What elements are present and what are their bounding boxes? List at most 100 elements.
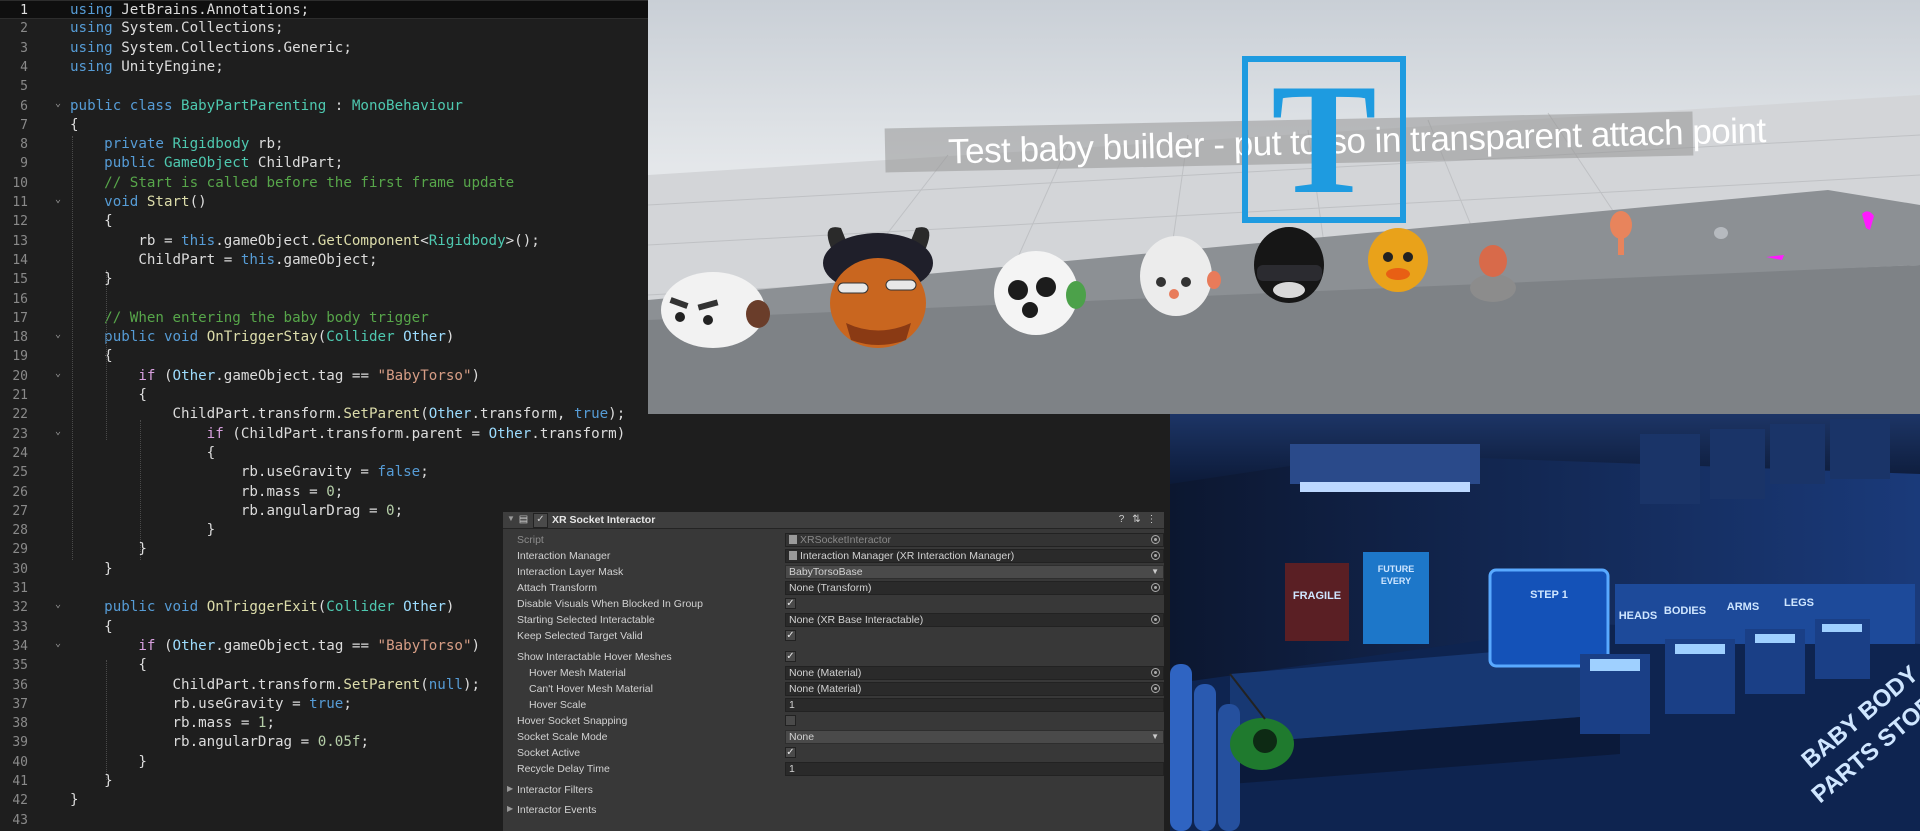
code-text[interactable]: public class BabyPartParenting : MonoBeh…	[70, 97, 463, 116]
code-line[interactable]: 4 using UnityEngine;	[0, 58, 648, 77]
code-text[interactable]: public GameObject ChildPart;	[70, 154, 343, 173]
code-text[interactable]: }	[70, 791, 79, 810]
baby-head-panda[interactable]	[988, 245, 1088, 337]
code-line[interactable]: 18 ⌄ public void OnTriggerStay(Collider O…	[0, 328, 648, 347]
code-text[interactable]: ChildPart = this.gameObject;	[70, 251, 377, 270]
code-line[interactable]: 8 private Rigidbody rb;	[0, 135, 648, 154]
keep-selected-checkbox[interactable]: ✓	[785, 630, 796, 641]
fold-chevron-icon[interactable]: ⌄	[55, 426, 63, 436]
code-text[interactable]: public void OnTriggerStay(Collider Other…	[70, 328, 454, 347]
code-text[interactable]: using JetBrains.Annotations;	[70, 1, 309, 20]
code-text[interactable]: }	[70, 521, 216, 540]
interactor-filters-foldout[interactable]: ▶ Interactor Filters	[503, 782, 1164, 798]
show-hover-meshes-checkbox[interactable]: ✓	[785, 651, 796, 662]
hover-scale-field[interactable]: 1	[785, 698, 1164, 712]
code-text[interactable]: using System.Collections.Generic;	[70, 39, 352, 58]
code-text[interactable]: rb = this.gameObject.GetComponent<Rigidb…	[70, 232, 539, 251]
baby-head-bald[interactable]	[1136, 234, 1221, 319]
code-line[interactable]: 9 public GameObject ChildPart;	[0, 154, 648, 173]
code-line[interactable]: 2 using System.Collections;	[0, 19, 648, 38]
code-line[interactable]: 19 {	[0, 347, 648, 366]
code-text[interactable]: }	[70, 560, 113, 579]
baby-head-horned[interactable]	[816, 218, 941, 353]
code-text[interactable]: using System.Collections;	[70, 19, 284, 38]
code-text[interactable]: {	[70, 444, 216, 463]
game-view-top[interactable]: Test baby builder - put torso in transpa…	[648, 0, 1920, 414]
baby-head-helmet[interactable]	[1252, 225, 1327, 305]
code-line[interactable]: 15 }	[0, 270, 648, 289]
code-text[interactable]: {	[70, 116, 79, 135]
fold-chevron-icon[interactable]: ⌄	[55, 330, 63, 340]
fold-chevron-icon[interactable]: ⌄	[55, 600, 63, 610]
code-text[interactable]: rb.useGravity = true;	[70, 695, 351, 714]
code-line[interactable]: 26 rb.mass = 0;	[0, 483, 648, 502]
code-line[interactable]: 10 // Start is called before the first f…	[0, 174, 648, 193]
object-picker-icon[interactable]	[1151, 583, 1160, 592]
code-line[interactable]: 22 ChildPart.transform.SetParent(Other.t…	[0, 405, 648, 424]
object-picker-icon[interactable]	[1151, 668, 1160, 677]
fold-chevron-icon[interactable]: ⌄	[55, 98, 63, 108]
code-text[interactable]: // When entering the baby body trigger	[70, 309, 429, 328]
code-line[interactable]: 6 ⌄ public class BabyPartParenting : MonoB…	[0, 97, 648, 116]
code-text[interactable]: rb.angularDrag = 0.05f;	[70, 733, 369, 752]
code-text[interactable]: {	[70, 656, 147, 675]
code-text[interactable]: }	[70, 540, 147, 559]
code-text[interactable]: rb.angularDrag = 0;	[70, 502, 403, 521]
hover-mesh-material-field[interactable]: None (Material)	[785, 666, 1164, 680]
interaction-manager-field[interactable]: Interaction Manager (XR Interaction Mana…	[785, 549, 1164, 563]
preset-icon[interactable]: ⇅	[1130, 513, 1143, 526]
disable-visuals-checkbox[interactable]: ✓	[785, 598, 796, 609]
help-icon[interactable]: ?	[1115, 513, 1128, 526]
code-line[interactable]: 11 ⌄ void Start()	[0, 193, 648, 212]
baby-head-white-eyebrows[interactable]	[658, 262, 773, 352]
object-picker-icon[interactable]	[1151, 615, 1160, 624]
code-line[interactable]: 21 {	[0, 386, 648, 405]
code-line[interactable]: 14 ChildPart = this.gameObject;	[0, 251, 648, 270]
inspector-panel[interactable]: ▼ ▤ ✓ XR Socket Interactor ? ⇅ ⋮ Script …	[503, 512, 1164, 831]
socket-active-checkbox[interactable]: ✓	[785, 747, 796, 758]
code-text[interactable]: rb.useGravity = false;	[70, 463, 429, 482]
fold-chevron-icon[interactable]: ⌄	[55, 368, 63, 378]
code-line[interactable]: 24 {	[0, 444, 648, 463]
code-text[interactable]: if (Other.gameObject.tag == "BabyTorso")	[70, 367, 480, 386]
code-text[interactable]: {	[70, 212, 113, 231]
object-picker-icon[interactable]	[1151, 684, 1160, 693]
code-text[interactable]: if (Other.gameObject.tag == "BabyTorso")	[70, 637, 480, 656]
code-line[interactable]: 7{	[0, 116, 648, 135]
code-text[interactable]: }	[70, 753, 147, 772]
component-foldout-icon[interactable]: ▼	[507, 514, 515, 523]
fold-chevron-icon[interactable]: ⌄	[55, 195, 63, 205]
code-text[interactable]: private Rigidbody rb;	[70, 135, 283, 154]
baby-head-duck[interactable]	[1366, 222, 1431, 292]
code-line[interactable]: 12 {	[0, 212, 648, 231]
interaction-layer-mask-dropdown[interactable]: BabyTorsoBase ▼	[785, 565, 1164, 579]
code-text[interactable]: using UnityEngine;	[70, 58, 224, 77]
recycle-delay-time-field[interactable]: 1	[785, 762, 1164, 776]
object-picker-icon[interactable]	[1151, 551, 1160, 560]
interactor-events-foldout[interactable]: ▶ Interactor Events	[503, 802, 1164, 818]
fold-chevron-icon[interactable]: ⌄	[55, 638, 63, 648]
code-line[interactable]: 17 // When entering the baby body trigge…	[0, 309, 648, 328]
code-line[interactable]: 20 ⌄ if (Other.gameObject.tag == "BabyTor…	[0, 367, 648, 386]
code-text[interactable]: {	[70, 618, 113, 637]
code-line[interactable]: 23 ⌄ if (ChildPart.transform.parent = Oth…	[0, 425, 648, 444]
code-line[interactable]: 16	[0, 290, 648, 309]
code-text[interactable]: ChildPart.transform.SetParent(null);	[70, 676, 480, 695]
code-line[interactable]: 5	[0, 77, 648, 96]
code-text[interactable]: void Start()	[70, 193, 207, 212]
component-enabled-checkbox[interactable]: ✓	[533, 513, 548, 528]
code-line[interactable]: 13 rb = this.gameObject.GetComponent<Rig…	[0, 232, 648, 251]
lab-scene[interactable]: FRAGILE FUTURE EVERY STEP 1 HEADS BODIES…	[1170, 414, 1920, 831]
code-text[interactable]: {	[70, 386, 147, 405]
attach-point-small[interactable]	[1713, 226, 1729, 240]
context-menu-icon[interactable]: ⋮	[1145, 513, 1158, 526]
code-line[interactable]: 3 using System.Collections.Generic;	[0, 39, 648, 58]
code-text[interactable]: rb.mass = 0;	[70, 483, 344, 502]
component-header[interactable]: ▼ ▤ ✓ XR Socket Interactor ? ⇅ ⋮	[503, 512, 1164, 529]
socket-scale-mode-dropdown[interactable]: None ▼	[785, 730, 1164, 744]
code-text[interactable]: ChildPart.transform.SetParent(Other.tran…	[70, 405, 625, 424]
baby-arm-part[interactable]	[1606, 210, 1636, 260]
cant-hover-mesh-material-field[interactable]: None (Material)	[785, 682, 1164, 696]
hover-socket-snapping-checkbox[interactable]	[785, 715, 796, 726]
code-line[interactable]: 1 using JetBrains.Annotations;	[0, 0, 648, 19]
